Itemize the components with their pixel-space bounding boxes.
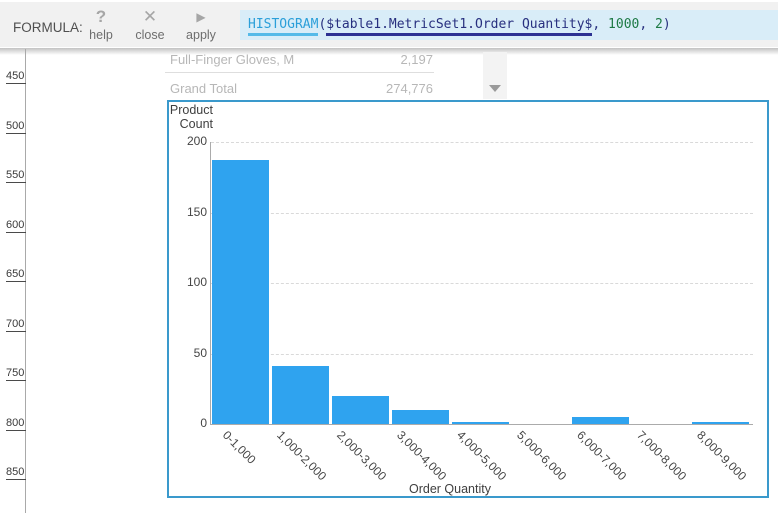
formula-field-reference: $table1.MetricSet1.Order Quantity$ — [326, 17, 593, 36]
ruler-tick: 750 — [6, 367, 26, 381]
gridline — [211, 212, 753, 214]
y-tick-label: 100 — [186, 275, 207, 289]
close-button[interactable]: ✕ close — [127, 7, 173, 42]
table-row-product-cell[interactable]: Full-Finger Gloves, M — [170, 52, 294, 67]
x-tick-label: 6,000-7,000 — [574, 428, 630, 484]
y-tick-label: 0 — [200, 416, 207, 430]
formula-arg-bin-size: 1000 — [608, 17, 640, 32]
ruler-tick: 500 — [6, 119, 26, 134]
formula-input[interactable]: HISTOGRAM($table1.MetricSet1.Order Quant… — [240, 10, 778, 40]
ruler-tick: 550 — [6, 169, 26, 183]
designer-canvas: FORMULA: ? help ✕ close ▶ apply HISTOGRA… — [0, 0, 778, 513]
ruler-tick: 450 — [6, 70, 26, 84]
y-tick-label: 50 — [193, 345, 207, 360]
formula-arg-precision: 2 — [655, 17, 663, 32]
ruler-tick: 800 — [6, 416, 26, 431]
x-tick-label: 5,000-6,000 — [514, 428, 570, 484]
y-tick-label: 200 — [186, 134, 207, 148]
close-icon: ✕ — [142, 7, 158, 26]
x-tick-label: 0-1,000 — [219, 428, 259, 467]
y-axis-title: Product Count — [169, 103, 213, 131]
ruler-tick: 700 — [6, 317, 26, 332]
x-tick-label: 4,000-5,000 — [454, 428, 510, 484]
help-button[interactable]: ? help — [78, 7, 124, 42]
histogram-bar[interactable] — [212, 160, 269, 424]
chart-box[interactable]: Product Count Order Quantity 0 50 100 150 20… — [167, 100, 769, 498]
histogram-bar[interactable] — [332, 396, 389, 424]
histogram-bar[interactable] — [272, 366, 329, 424]
formula-close-paren: ) — [662, 17, 671, 32]
grand-total-value-cell[interactable]: 274,776 — [336, 81, 433, 96]
formula-label: FORMULA: — [13, 20, 83, 35]
help-icon: ? — [95, 7, 107, 26]
ruler-tick: 650 — [6, 268, 26, 282]
formula-function: HISTOGRAM — [248, 17, 319, 36]
ruler-tick: 850 — [6, 466, 26, 480]
x-tick-label: 1,000-2,000 — [274, 428, 330, 484]
x-axis-title: Order Quantity — [409, 482, 491, 496]
y-tick-label: 150 — [186, 204, 207, 219]
histogram-bar[interactable] — [452, 422, 509, 424]
x-tick-label: 7,000-8,000 — [634, 428, 690, 484]
histogram-plot: Product Count Order Quantity 0 50 100 150 20… — [169, 102, 767, 496]
play-icon: ▶ — [196, 10, 206, 24]
table-row-value-cell[interactable]: 2,197 — [336, 52, 433, 67]
formula-comma-1: , — [592, 17, 609, 32]
gridline — [211, 353, 753, 355]
close-button-label: close — [135, 28, 165, 42]
dropdown-arrow-icon[interactable] — [489, 85, 501, 92]
x-tick-label: 2,000-3,000 — [334, 428, 390, 484]
formula-toolbar: FORMULA: ? help ✕ close ▶ apply HISTOGRA… — [0, 0, 778, 47]
formula-comma-2: , — [639, 17, 656, 32]
x-tick-label: 3,000-4,000 — [394, 428, 450, 484]
apply-button-label: apply — [186, 28, 216, 42]
ruler-tick: 600 — [6, 218, 26, 233]
help-button-label: help — [89, 28, 113, 42]
histogram-bar[interactable] — [692, 422, 749, 424]
gridline — [211, 283, 753, 284]
gridline — [211, 142, 753, 143]
histogram-bar[interactable] — [572, 417, 629, 424]
row-divider — [165, 72, 434, 73]
grand-total-cell[interactable]: Grand Total — [170, 81, 237, 96]
histogram-bar[interactable] — [392, 410, 449, 424]
x-axis-line — [210, 424, 753, 425]
apply-button[interactable]: ▶ apply — [178, 7, 224, 42]
x-tick-label: 8,000-9,000 — [694, 428, 750, 484]
